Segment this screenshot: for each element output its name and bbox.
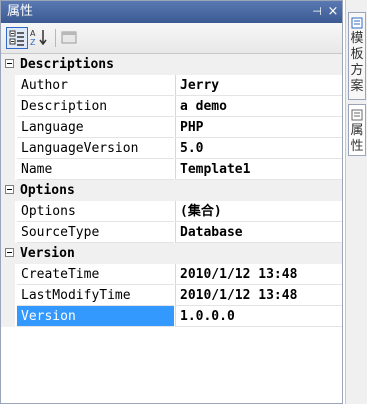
- row-gutter: [1, 138, 15, 159]
- side-tab-properties[interactable]: 属性: [348, 104, 366, 156]
- category-descriptions: Descriptions: [1, 54, 342, 75]
- row-gutter: [1, 159, 15, 180]
- collapse-icon[interactable]: [5, 59, 14, 68]
- property-row-create-time[interactable]: CreateTime 2010/1/12 13:48: [1, 264, 342, 285]
- property-row-author[interactable]: Author Jerry: [1, 75, 342, 96]
- property-value[interactable]: Jerry: [175, 75, 342, 96]
- pin-icon[interactable]: ⊣: [310, 4, 324, 20]
- row-gutter: [1, 201, 15, 222]
- property-name: Options: [17, 201, 174, 222]
- collapse-icon[interactable]: [5, 185, 14, 194]
- categorized-icon: [9, 30, 24, 46]
- category-options: Options: [1, 180, 342, 201]
- property-value[interactable]: 2010/1/12 13:48: [175, 264, 342, 285]
- property-row-version[interactable]: Version 1.0.0.0: [1, 306, 342, 327]
- property-row-name[interactable]: Name Template1: [1, 159, 342, 180]
- panel-title-bar: 属性 ⊣ ×: [1, 1, 342, 23]
- property-value[interactable]: Database: [175, 222, 342, 243]
- category-label: Version: [20, 246, 75, 261]
- property-value[interactable]: Template1: [175, 159, 342, 180]
- property-name: SourceType: [17, 222, 174, 243]
- property-value[interactable]: 5.0: [175, 138, 342, 159]
- property-row-source-type[interactable]: SourceType Database: [1, 222, 342, 243]
- property-value[interactable]: 1.0.0.0: [175, 306, 342, 327]
- property-name: Description: [17, 96, 174, 117]
- row-gutter: [1, 117, 15, 138]
- property-name-selected: Version: [17, 306, 174, 327]
- property-value[interactable]: PHP: [175, 117, 342, 138]
- row-gutter: [1, 96, 15, 117]
- panel-title: 属性: [7, 4, 34, 19]
- categorized-button[interactable]: [6, 27, 28, 49]
- property-pages-button[interactable]: [59, 27, 81, 49]
- alphabetical-icon: A Z: [30, 29, 47, 47]
- property-value[interactable]: (集合): [175, 201, 342, 222]
- properties-icon: [351, 109, 363, 121]
- property-name: Language: [17, 117, 174, 138]
- property-name: LastModifyTime: [17, 285, 174, 306]
- row-gutter: [1, 264, 15, 285]
- property-name: Author: [17, 75, 174, 96]
- property-name: LanguageVersion: [17, 138, 174, 159]
- row-gutter: [1, 75, 15, 96]
- category-label: Options: [20, 183, 75, 198]
- collapse-icon[interactable]: [5, 248, 14, 257]
- template-icon: [351, 17, 363, 29]
- property-row-last-modify-time[interactable]: LastModifyTime 2010/1/12 13:48: [1, 285, 342, 306]
- category-version: Version: [1, 243, 342, 264]
- property-row-description[interactable]: Description a demo: [1, 96, 342, 117]
- category-label: Descriptions: [20, 57, 114, 72]
- properties-panel: 属性 ⊣ × A Z Descriptions Author Jerry Des…: [0, 0, 343, 404]
- svg-text:Z: Z: [30, 38, 36, 47]
- property-name: Name: [17, 159, 174, 180]
- side-tab-strip: 模板方案 属性: [345, 0, 367, 404]
- row-gutter: [1, 306, 15, 327]
- row-gutter: [1, 222, 15, 243]
- property-name: CreateTime: [17, 264, 174, 285]
- property-pages-icon: [61, 31, 77, 44]
- row-gutter: [1, 285, 15, 306]
- toolbar-separator: [55, 29, 56, 47]
- property-row-language-version[interactable]: LanguageVersion 5.0: [1, 138, 342, 159]
- side-tab-template-scheme[interactable]: 模板方案: [348, 12, 366, 100]
- property-grid: Descriptions Author Jerry Description a …: [1, 54, 342, 327]
- properties-toolbar: A Z: [1, 23, 342, 54]
- side-tab-label: 模板方案: [350, 31, 364, 94]
- close-icon[interactable]: ×: [326, 4, 340, 20]
- property-row-language[interactable]: Language PHP: [1, 117, 342, 138]
- svg-text:A: A: [30, 29, 36, 38]
- property-value[interactable]: 2010/1/12 13:48: [175, 285, 342, 306]
- side-tab-label: 属性: [350, 123, 364, 154]
- property-value[interactable]: a demo: [175, 96, 342, 117]
- alphabetical-button[interactable]: A Z: [29, 27, 51, 49]
- property-row-options[interactable]: Options (集合): [1, 201, 342, 222]
